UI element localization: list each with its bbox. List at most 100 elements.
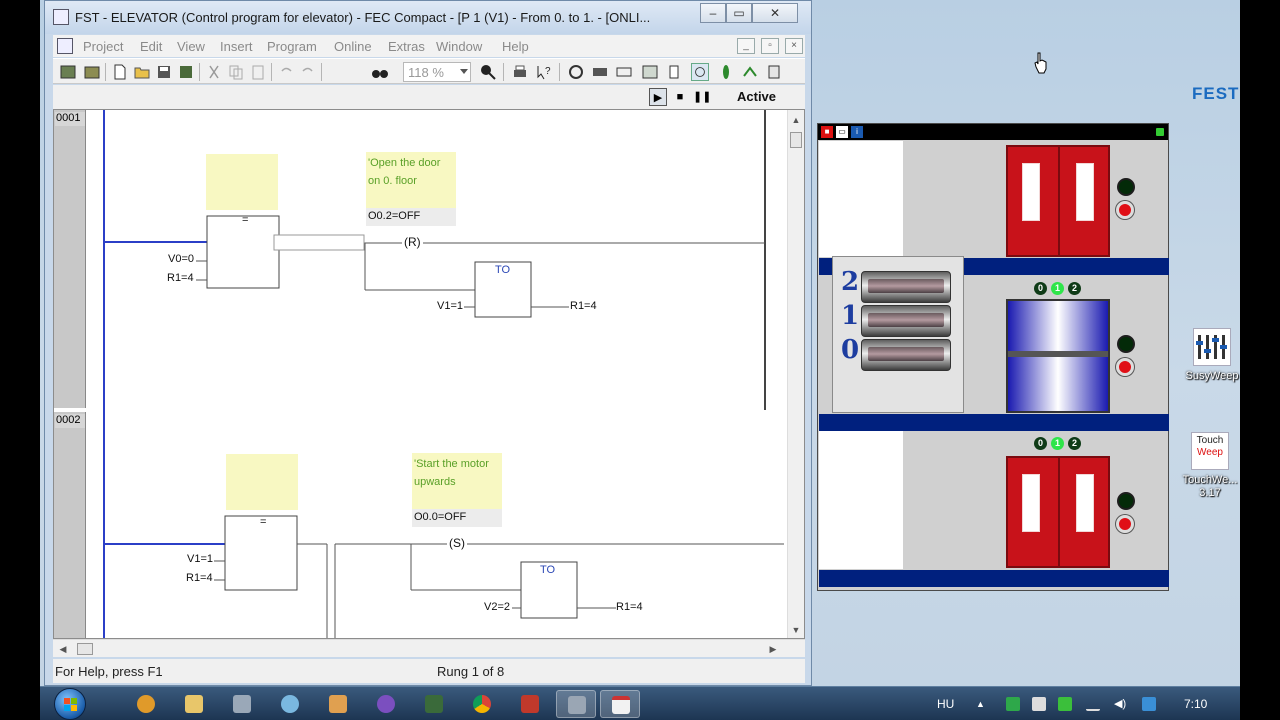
taskbar-viber[interactable] [366, 690, 406, 718]
scroll-right-icon[interactable]: ▶ [765, 641, 781, 657]
context-help-icon[interactable]: ? [535, 63, 553, 81]
vertical-scrollbar[interactable]: ▲ ▼ [787, 110, 804, 638]
call-button-floor-1[interactable] [861, 305, 951, 337]
play-icon[interactable]: ▶ [649, 88, 667, 106]
coil-address[interactable]: O0.0=OFF [412, 509, 502, 527]
maximize-button[interactable]: ▭ [726, 3, 752, 23]
operand-comment-empty[interactable] [206, 154, 278, 210]
menu-extras[interactable]: Extras [388, 39, 425, 54]
compare-input[interactable]: V0=0 [168, 253, 194, 265]
taskbar-fst[interactable] [556, 690, 596, 718]
tray-sync-icon[interactable] [1058, 697, 1072, 711]
document-icon[interactable] [57, 38, 73, 54]
tray-device-icon[interactable] [1032, 697, 1046, 711]
taskbar-simulator[interactable] [600, 690, 640, 718]
copy-icon[interactable] [227, 63, 245, 81]
pause-icon[interactable]: ❚❚ [693, 88, 711, 106]
zoom-icon[interactable] [479, 63, 497, 81]
monitor-online-icon[interactable] [691, 63, 709, 81]
window-sim-icon[interactable]: ▭ [836, 126, 848, 138]
title-bar[interactable]: FST - ELEVATOR (Control program for elev… [45, 1, 811, 34]
scroll-up-icon[interactable]: ▲ [788, 112, 804, 128]
download-icon[interactable] [667, 63, 685, 81]
mdi-close-button[interactable]: × [785, 38, 803, 54]
timer-input[interactable]: V1=1 [437, 300, 463, 312]
scroll-left-icon[interactable]: ◀ [55, 641, 71, 657]
network-signal-icon[interactable] [1086, 697, 1100, 711]
print-icon[interactable] [511, 63, 529, 81]
save-icon[interactable] [155, 63, 173, 81]
taskbar-chrome[interactable] [462, 690, 502, 718]
set-coil[interactable]: (S) [447, 536, 467, 550]
menu-insert[interactable]: Insert [220, 39, 253, 54]
start-button[interactable] [54, 688, 86, 720]
minimize-button[interactable]: – [700, 3, 726, 23]
redo-icon[interactable] [299, 63, 317, 81]
show-hidden-icons[interactable]: ▲ [976, 699, 985, 709]
compare-input[interactable]: R1=4 [186, 572, 213, 584]
desktop-icon-touchweep[interactable]: Touch Weep TouchWe... 3.17 [1178, 432, 1242, 500]
menu-online[interactable]: Online [334, 39, 372, 54]
taskbar-paint[interactable] [318, 690, 358, 718]
operand-comment-empty[interactable] [226, 454, 298, 510]
open-folder-icon[interactable] [133, 63, 151, 81]
new-file-icon[interactable] [111, 63, 129, 81]
scroll-thumb[interactable] [77, 643, 93, 655]
leaf-icon[interactable] [717, 63, 735, 81]
menu-view[interactable]: View [177, 39, 205, 54]
taskbar-app-7[interactable] [414, 690, 454, 718]
taskbar-globe[interactable] [270, 690, 310, 718]
settings-icon[interactable] [741, 63, 759, 81]
scroll-down-icon[interactable]: ▼ [788, 622, 804, 638]
timer-input[interactable]: V2=2 [484, 601, 510, 613]
tray-app-icon[interactable] [1142, 697, 1156, 711]
stop-sim-icon[interactable]: ■ [821, 126, 833, 138]
coil-address[interactable]: O0.2=OFF [366, 208, 456, 226]
tray-check-icon[interactable] [1006, 697, 1020, 711]
taskbar-explorer[interactable] [174, 690, 214, 718]
volume-icon[interactable]: ◀) [1114, 697, 1128, 711]
online-icon[interactable] [567, 63, 585, 81]
cut-icon[interactable] [205, 63, 223, 81]
menu-program[interactable]: Program [267, 39, 317, 54]
menu-window[interactable]: Window [436, 39, 482, 54]
lamp-red-floor-1[interactable] [1116, 358, 1134, 376]
app-icon[interactable] [53, 9, 69, 25]
taskbar-app-3[interactable] [222, 690, 262, 718]
transfer-icon[interactable] [641, 63, 659, 81]
simulator-title-bar[interactable]: ■ ▭ i [818, 124, 1168, 140]
io-icon[interactable] [615, 63, 633, 81]
menu-help[interactable]: Help [502, 39, 529, 54]
save-all-icon[interactable] [177, 63, 195, 81]
horizontal-scrollbar[interactable]: ◀ ▶ [53, 639, 805, 657]
controller-icon[interactable] [591, 63, 609, 81]
call-button-floor-2[interactable] [861, 271, 951, 303]
desktop-icon-susyweep[interactable]: SusyWeep [1180, 328, 1244, 383]
ladder-editor[interactable]: 0001 0002 'Open the door on 0. floor O0.… [53, 109, 805, 639]
mdi-restore-button[interactable]: ▫ [761, 38, 779, 54]
project-icon[interactable] [59, 63, 77, 81]
coil-comment[interactable]: 'Open the door on 0. floor [366, 152, 456, 208]
clock[interactable]: 7:10 [1184, 697, 1207, 711]
undo-icon[interactable] [277, 63, 295, 81]
close-button[interactable]: ✕ [752, 3, 798, 23]
open-project-icon[interactable] [83, 63, 101, 81]
taskbar-pdf[interactable] [510, 690, 550, 718]
call-button-floor-0[interactable] [861, 339, 951, 371]
compare-input[interactable]: R1=4 [167, 272, 194, 284]
find-binoculars-icon[interactable] [371, 63, 389, 81]
scroll-thumb[interactable] [790, 132, 802, 148]
taskbar-media-player[interactable] [126, 690, 166, 718]
info-sim-icon[interactable]: i [851, 126, 863, 138]
timer-output[interactable]: R1=4 [570, 300, 597, 312]
stop-icon[interactable]: ■ [671, 88, 689, 106]
reset-coil[interactable]: (R) [402, 235, 423, 249]
lamp-red-floor-2[interactable] [1116, 201, 1134, 219]
compare-input[interactable]: V1=1 [187, 553, 213, 565]
menu-project[interactable]: Project [83, 39, 123, 54]
language-indicator[interactable]: HU [937, 697, 954, 711]
mdi-minimize-button[interactable]: _ [737, 38, 755, 54]
paste-icon[interactable] [249, 63, 267, 81]
web-server-icon[interactable] [765, 63, 783, 81]
coil-comment[interactable]: 'Start the motor upwards [412, 453, 502, 509]
